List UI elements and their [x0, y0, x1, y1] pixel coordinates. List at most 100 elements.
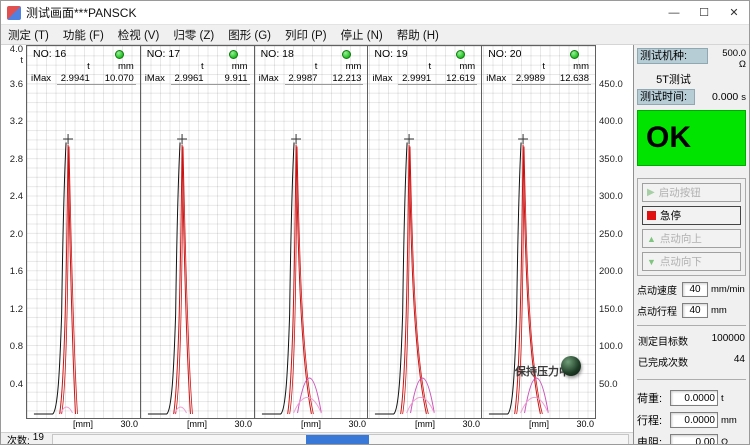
right-axis-max: 500.0 Ω: [710, 48, 746, 70]
menu-item[interactable]: 归零 (Z): [166, 25, 221, 45]
horizontal-scrollbar[interactable]: [52, 434, 629, 445]
jog-speed-input[interactable]: [682, 282, 708, 297]
title-bar: 测试画面***PANSCK — ☐ ✕: [1, 1, 749, 25]
status-dot-icon: [115, 50, 124, 59]
chart-panel: NO: 19tmmiMax2.999112.619: [368, 46, 482, 418]
jog-stroke-unit: mm: [711, 305, 727, 316]
menu-item[interactable]: 图形 (G): [221, 25, 278, 45]
close-button[interactable]: ✕: [719, 1, 749, 24]
y-axis-tick-resistance: 400.0: [599, 117, 623, 127]
test-time-label: 测试时间:: [637, 89, 695, 105]
status-dot-icon: [342, 50, 351, 59]
force-displacement-curves: [368, 46, 481, 418]
start-button-label: 启动按钮: [659, 185, 701, 200]
col-header-t: t: [398, 61, 433, 72]
panel-number: NO: 19: [374, 48, 407, 60]
y-axis-tick-resistance: 350.0: [599, 155, 623, 165]
y-axis-tick-resistance: 250.0: [599, 230, 623, 240]
x-axis-unit: [mm]: [301, 419, 321, 429]
jog-down-button[interactable]: ▼ 点动向下: [642, 252, 741, 271]
stroke-display[interactable]: [670, 412, 718, 428]
x-axis-max: 30.0: [462, 419, 480, 429]
load-unit: t: [721, 393, 737, 404]
col-header-mm: mm: [319, 61, 363, 72]
col-header-mm: mm: [433, 61, 477, 72]
panel-header: NO: 20: [488, 48, 595, 60]
imax-stroke-value: 9.911: [206, 73, 250, 85]
x-axis-cell: [mm]30.0: [368, 419, 482, 432]
divider: [637, 325, 746, 326]
panel-header: NO: 16: [33, 48, 140, 60]
column-headers: tmm: [486, 61, 591, 72]
machine-type-row: 测试机种: 500.0 Ω: [637, 48, 746, 70]
done-count-label: 已完成次数: [638, 354, 688, 369]
column-headers: tmm: [145, 61, 250, 72]
emergency-stop-label: 急停: [660, 208, 681, 223]
menu-item[interactable]: 检视 (V): [111, 25, 167, 45]
chart-panel: NO: 16tmmiMax2.994110.070: [27, 46, 141, 418]
imax-row: iMax2.994110.070: [31, 73, 136, 85]
jog-stroke-row: 点动行程 mm: [637, 303, 746, 318]
x-axis-max: 30.0: [348, 419, 366, 429]
machine-type-value: 5T测试: [637, 71, 710, 87]
load-display[interactable]: [670, 390, 718, 406]
menu-item[interactable]: 列印 (P): [278, 25, 334, 45]
window-title: 测试画面***PANSCK: [26, 4, 136, 21]
maximize-button[interactable]: ☐: [689, 1, 719, 24]
force-displacement-curves: [141, 46, 254, 418]
x-axis-cell: [mm] 30.0: [482, 419, 596, 432]
imax-force-value: 2.9961: [171, 73, 206, 85]
stroke-label: 行程:: [637, 412, 667, 428]
menu-item[interactable]: 帮助 (H): [390, 25, 446, 45]
imax-label: iMax: [486, 73, 512, 85]
done-count-row: 已完成次数 44: [638, 354, 745, 369]
imax-label: iMax: [145, 73, 171, 85]
imax-stroke-value: 10.070: [92, 73, 136, 85]
y-axis-tick-resistance: 300.0: [599, 192, 623, 202]
imax-label: iMax: [31, 73, 57, 85]
status-sphere-icon: [561, 356, 581, 376]
force-displacement-curves: [255, 46, 368, 418]
resistance-display[interactable]: [670, 434, 718, 445]
x-axis-max: 30.0: [576, 419, 594, 429]
imax-row: iMax2.99619.911: [145, 73, 250, 85]
imax-label: iMax: [372, 73, 398, 85]
resistance-label: 电阻:: [637, 434, 667, 445]
target-count-label: 测定目标数: [638, 333, 688, 348]
test-time-value: 0.000: [698, 91, 738, 103]
scrollbar-thumb[interactable]: [306, 435, 369, 444]
chart-panel: NO: 17tmmiMax2.99619.911: [141, 46, 255, 418]
x-axis-unit: [mm]: [187, 419, 207, 429]
target-count-row: 测定目标数 100000: [638, 333, 745, 348]
chart-panel: NO: 18tmmiMax2.998712.213: [255, 46, 369, 418]
minimize-button[interactable]: —: [659, 1, 689, 24]
force-displacement-curves: [27, 46, 140, 418]
right-axis-max-unit: Ω: [710, 59, 746, 70]
y-axis-tick-force: 4.0: [10, 45, 23, 55]
column-headers: tmm: [372, 61, 477, 72]
jog-stroke-input[interactable]: [682, 303, 708, 318]
start-button[interactable]: ▶ 启动按钮: [642, 183, 741, 202]
panel-header: NO: 18: [261, 48, 368, 60]
x-axis-unit: [mm]: [529, 419, 549, 429]
status-dot-icon: [570, 50, 579, 59]
bottom-bar: 次数: 19: [1, 432, 633, 445]
menu-item[interactable]: 测定 (T): [1, 25, 56, 45]
x-axis-cell: [mm]30.0: [26, 419, 140, 432]
jog-speed-label: 点动速度: [637, 282, 679, 297]
emergency-stop-button[interactable]: 急停: [642, 206, 741, 225]
load-label: 荷重:: [637, 390, 667, 406]
jog-stroke-label: 点动行程: [637, 303, 679, 318]
cycle-count-label: 次数:: [7, 432, 30, 445]
col-header-mm: mm: [92, 61, 136, 72]
panel-number: NO: 17: [147, 48, 180, 60]
imax-force-value: 2.9991: [398, 73, 433, 85]
done-count-value: 44: [734, 354, 745, 369]
menu-item[interactable]: 功能 (F): [56, 25, 111, 45]
jog-up-button[interactable]: ▲ 点动向上: [642, 229, 741, 248]
y-axis-tick-force: 0.8: [10, 342, 23, 352]
y-axis-tick-resistance: 150.0: [599, 305, 623, 315]
imax-row: iMax2.998912.638: [486, 73, 591, 85]
menu-item[interactable]: 停止 (N): [334, 25, 390, 45]
col-header-t: t: [57, 61, 92, 72]
